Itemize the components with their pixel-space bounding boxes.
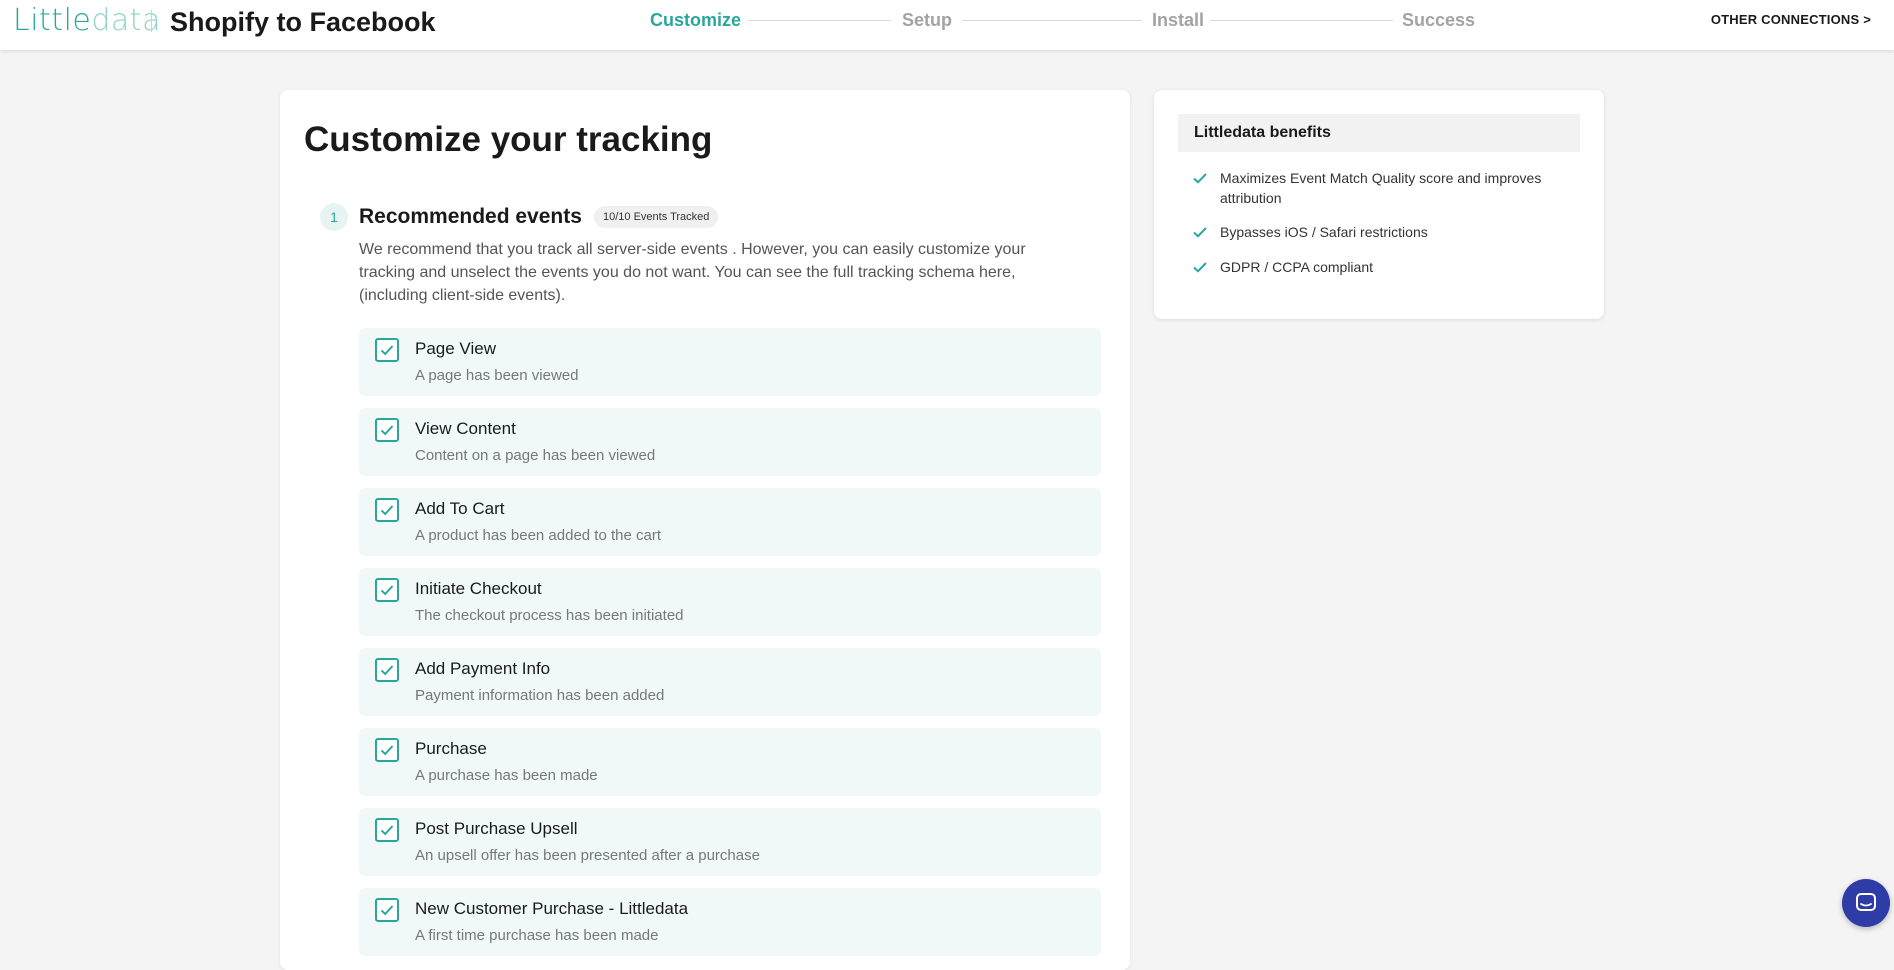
event-name: Add Payment Info <box>415 659 551 678</box>
check-icon <box>1193 173 1207 184</box>
step-connector <box>962 20 1142 21</box>
events-tracked-badge: 10/10 Events Tracked <box>594 206 719 228</box>
check-icon <box>380 505 394 516</box>
event-checkbox[interactable] <box>375 898 399 922</box>
event-checkbox[interactable] <box>375 578 399 602</box>
event-description: The checkout process has been initiated <box>415 607 684 624</box>
check-icon <box>380 585 394 596</box>
event-description: A first time purchase has been made <box>415 927 659 944</box>
top-bar: Littledata Shopify to Facebook Customize… <box>0 0 1894 50</box>
benefit-text: Maximizes Event Match Quality score and … <box>1220 170 1542 206</box>
event-name: Purchase <box>415 739 487 758</box>
section-title: Recommended events <box>359 205 582 228</box>
event-name: View Content <box>415 419 516 438</box>
benefit-text: GDPR / CCPA compliant <box>1220 259 1374 275</box>
check-icon <box>380 425 394 436</box>
event-name: Initiate Checkout <box>415 579 542 598</box>
benefits-title: Littledata benefits <box>1178 114 1580 152</box>
logo-part-1: Little <box>13 3 92 38</box>
check-icon <box>380 345 394 356</box>
step-customize[interactable]: Customize <box>650 8 741 32</box>
check-icon <box>380 825 394 836</box>
event-item-add-to-cart[interactable]: Add To Cart A product has been added to … <box>359 488 1101 556</box>
event-item-add-payment-info[interactable]: Add Payment Info Payment information has… <box>359 648 1101 716</box>
event-name: Add To Cart <box>415 499 505 518</box>
step-connector <box>1210 20 1393 21</box>
event-description: Payment information has been added <box>415 687 665 704</box>
event-item-purchase[interactable]: Purchase A purchase has been made <box>359 728 1101 796</box>
event-description: An upsell offer has been presented after… <box>415 847 760 864</box>
benefits-card: Littledata benefits Maximizes Event Matc… <box>1154 90 1604 319</box>
step-connector <box>748 20 891 21</box>
event-name: Post Purchase Upsell <box>415 819 578 838</box>
event-checkbox[interactable] <box>375 738 399 762</box>
event-list: Page View A page has been viewed View Co… <box>359 328 1101 968</box>
step-success[interactable]: Success <box>1402 8 1475 32</box>
event-checkbox[interactable] <box>375 418 399 442</box>
littledata-logo[interactable]: Littledata <box>13 4 161 38</box>
section-description: We recommend that you track all server-s… <box>359 241 1026 304</box>
event-checkbox[interactable] <box>375 338 399 362</box>
section-number: 1 <box>320 203 348 231</box>
app-title: Shopify to Facebook <box>170 7 436 37</box>
event-name: Page View <box>415 339 496 358</box>
check-icon <box>380 905 394 916</box>
check-icon <box>380 665 394 676</box>
event-item-initiate-checkout[interactable]: Initiate Checkout The checkout process h… <box>359 568 1101 636</box>
event-name: New Customer Purchase - Littledata <box>415 899 689 918</box>
chat-launcher-button[interactable] <box>1842 879 1890 927</box>
check-icon <box>1193 227 1207 238</box>
progress-stepper: Customize Setup Install Success <box>650 8 1475 32</box>
logo-divider <box>151 10 152 32</box>
step-setup[interactable]: Setup <box>902 8 952 32</box>
check-icon <box>380 745 394 756</box>
event-item-post-purchase-upsell[interactable]: Post Purchase Upsell An upsell offer has… <box>359 808 1101 876</box>
event-description: A product has been added to the cart <box>415 527 662 544</box>
event-checkbox[interactable] <box>375 818 399 842</box>
event-item-new-customer-purchase[interactable]: New Customer Purchase - Littledata A fir… <box>359 888 1101 956</box>
page-title: Customize your tracking <box>304 120 713 159</box>
event-item-page-view[interactable]: Page View A page has been viewed <box>359 328 1101 396</box>
event-checkbox[interactable] <box>375 658 399 682</box>
event-checkbox[interactable] <box>375 498 399 522</box>
check-icon <box>1193 262 1207 273</box>
event-description: Content on a page has been viewed <box>415 447 656 464</box>
event-description: A purchase has been made <box>415 767 598 784</box>
step-install[interactable]: Install <box>1152 8 1204 32</box>
customize-card: Customize your tracking 1 Recommended ev… <box>280 90 1130 970</box>
event-item-view-content[interactable]: View Content Content on a page has been … <box>359 408 1101 476</box>
event-description: A page has been viewed <box>415 367 579 384</box>
other-connections-link[interactable]: OTHER CONNECTIONS > <box>1711 12 1871 27</box>
benefit-text: Bypasses iOS / Safari restrictions <box>1220 224 1428 240</box>
chat-icon <box>1856 893 1876 911</box>
